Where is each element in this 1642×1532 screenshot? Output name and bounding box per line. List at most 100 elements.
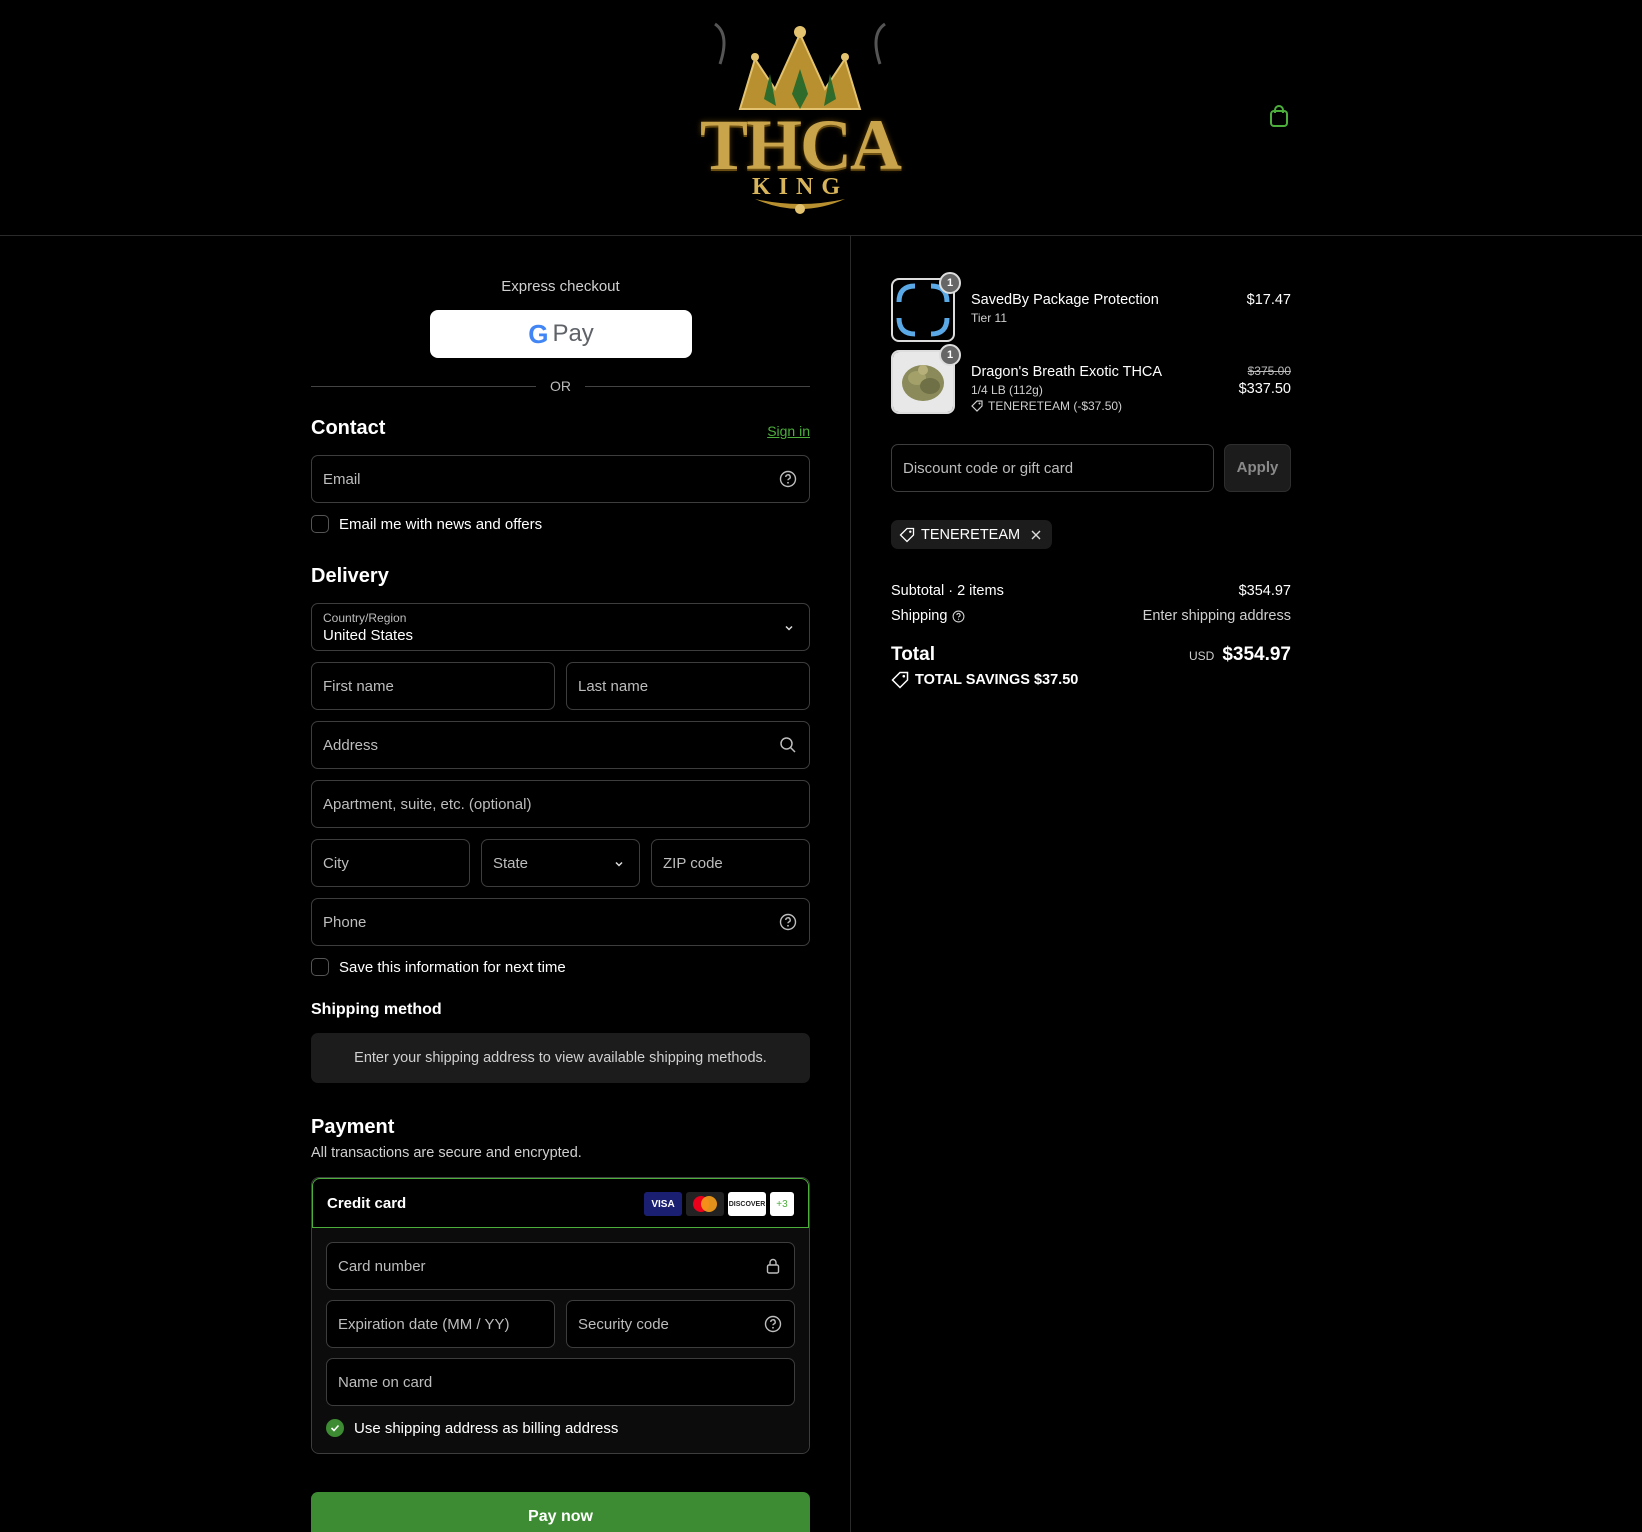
- delivery-title: Delivery: [311, 565, 389, 587]
- country-value: United States: [323, 627, 414, 644]
- discount-placeholder: Discount code or gift card: [903, 460, 1074, 477]
- currency-code: USD: [1188, 649, 1215, 663]
- card-logos: VISA DISCOVER +3: [644, 1192, 794, 1216]
- shipping-method-notice: Enter your shipping address to view avai…: [311, 1033, 810, 1083]
- chevron-down-icon: [785, 625, 793, 631]
- subtotal-value: $354.97: [1238, 583, 1291, 599]
- visa-icon: VISA: [644, 1192, 682, 1216]
- credit-card-label: Credit card: [327, 1195, 407, 1212]
- contact-title: Contact: [311, 417, 386, 439]
- shipping-label-wrap: Shipping: [891, 608, 965, 624]
- help-circle-icon[interactable]: [952, 610, 965, 623]
- phone-placeholder: Phone: [323, 914, 367, 931]
- cart-button[interactable]: [1266, 103, 1292, 129]
- mastercard-icon: [686, 1192, 724, 1216]
- country-label: Country/Region: [323, 611, 407, 625]
- item-variant: Tier 11: [971, 311, 1008, 325]
- city-field[interactable]: City: [311, 839, 470, 887]
- payment-subtitle: All transactions are secure and encrypte…: [311, 1145, 582, 1161]
- lock-icon: [766, 1258, 780, 1274]
- close-icon: [1031, 530, 1041, 539]
- billing-checkbox-row[interactable]: Use shipping address as billing address: [326, 1418, 618, 1438]
- shipping-method-title: Shipping method: [311, 1001, 442, 1018]
- product-thumbnail: 1: [891, 344, 961, 414]
- divider-line: [311, 386, 536, 387]
- credit-card-option[interactable]: Credit card VISA DISCOVER +3: [312, 1178, 809, 1228]
- news-checkbox-row[interactable]: Email me with news and offers: [311, 514, 542, 534]
- help-circle-icon[interactable]: [779, 913, 797, 931]
- save-info-checkbox[interactable]: [311, 958, 329, 976]
- divider-line: [585, 386, 810, 387]
- google-g-icon: G: [528, 318, 549, 349]
- pay-now-button[interactable]: Pay now: [311, 1492, 810, 1532]
- item-original-price: $375.00: [1247, 364, 1291, 378]
- name-on-card-field[interactable]: Name on card: [326, 1358, 795, 1406]
- card-number-placeholder: Card number: [338, 1258, 426, 1275]
- apply-button[interactable]: Apply: [1224, 444, 1291, 492]
- country-select[interactable]: Country/Region United States: [311, 603, 810, 651]
- more-cards-badge: +3: [770, 1192, 794, 1216]
- address-field[interactable]: Address: [311, 721, 810, 769]
- email-field[interactable]: Email: [311, 455, 810, 503]
- quantity-badge: 1: [939, 272, 961, 294]
- brand-logo[interactable]: THCA KING: [700, 14, 902, 219]
- item-variant: 1/4 LB (112g): [971, 383, 1043, 397]
- or-label: OR: [550, 378, 571, 394]
- save-info-checkbox-row[interactable]: Save this information for next time: [311, 957, 566, 977]
- item-discount-label: TENERETEAM (-$37.50): [988, 399, 1123, 413]
- phone-field[interactable]: Phone: [311, 898, 810, 946]
- discover-icon: DISCOVER: [728, 1192, 766, 1216]
- apartment-field[interactable]: Apartment, suite, etc. (optional): [311, 780, 810, 828]
- express-checkout-title: Express checkout: [501, 278, 620, 295]
- item-name: SavedBy Package Protection: [971, 292, 1159, 308]
- security-code-placeholder: Security code: [578, 1316, 669, 1333]
- expiration-placeholder: Expiration date (MM / YY): [338, 1316, 510, 1333]
- line-item: 1 SavedBy Package Protection Tier 11 $17…: [891, 272, 1291, 342]
- total-amount: USD $354.97: [1189, 644, 1291, 666]
- total-label: Total: [891, 644, 935, 665]
- subtotal-label: Subtotal · 2 items: [891, 583, 1004, 599]
- expiration-field[interactable]: Expiration date (MM / YY): [326, 1300, 555, 1348]
- first-name-field[interactable]: First name: [311, 662, 555, 710]
- applied-discount-code: TENERETEAM: [921, 526, 1021, 543]
- state-select[interactable]: State: [481, 839, 640, 887]
- billing-checkbox[interactable]: [326, 1419, 344, 1437]
- column-divider: [850, 236, 851, 1532]
- news-checkbox[interactable]: [311, 515, 329, 533]
- shopping-bag-icon: [1270, 105, 1288, 127]
- billing-label: Use shipping address as billing address: [354, 1419, 619, 1437]
- security-code-field[interactable]: Security code: [566, 1300, 795, 1348]
- card-number-field[interactable]: Card number: [326, 1242, 795, 1290]
- item-name: Dragon's Breath Exotic THCA: [971, 364, 1163, 380]
- discount-code-field[interactable]: Discount code or gift card: [891, 444, 1214, 492]
- tag-icon: [899, 527, 915, 542]
- payment-title: Payment: [311, 1116, 395, 1138]
- shipping-label: Shipping: [891, 608, 948, 624]
- logo-subtitle: KING: [751, 174, 848, 200]
- last-name-placeholder: Last name: [578, 678, 649, 695]
- tag-icon: [971, 400, 983, 412]
- google-pay-button[interactable]: G Pay: [430, 310, 692, 358]
- apartment-placeholder: Apartment, suite, etc. (optional): [323, 796, 532, 813]
- city-placeholder: City: [323, 855, 349, 872]
- last-name-field[interactable]: Last name: [566, 662, 810, 710]
- total-savings-label: TOTAL SAVINGS $37.50: [915, 672, 1079, 688]
- quantity-badge: 1: [939, 344, 961, 366]
- news-label: Email me with news and offers: [339, 515, 543, 533]
- search-icon: [780, 737, 796, 753]
- item-price: $17.47: [1246, 292, 1291, 308]
- header: THCA KING: [0, 0, 1642, 236]
- name-on-card-placeholder: Name on card: [338, 1374, 433, 1391]
- payment-box: Credit card VISA DISCOVER +3 Card number…: [311, 1177, 810, 1454]
- save-info-label: Save this information for next time: [339, 958, 566, 976]
- remove-discount-button[interactable]: [1030, 529, 1042, 541]
- zip-field[interactable]: ZIP code: [651, 839, 810, 887]
- help-circle-icon[interactable]: [779, 470, 797, 488]
- sign-in-link[interactable]: Sign in: [767, 423, 810, 439]
- email-placeholder: Email: [323, 471, 361, 488]
- item-discount: TENERETEAM (-$37.50): [971, 399, 1122, 413]
- check-icon: [330, 1424, 340, 1432]
- help-circle-icon[interactable]: [764, 1315, 782, 1333]
- first-name-placeholder: First name: [323, 678, 394, 695]
- total-savings: TOTAL SAVINGS $37.50: [891, 671, 1078, 689]
